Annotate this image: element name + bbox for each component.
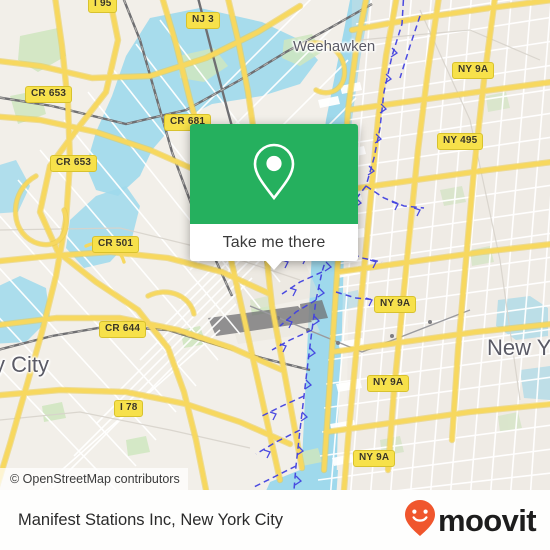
road-shield: NY 9A	[374, 296, 417, 313]
osm-attribution[interactable]: © OpenStreetMap contributors	[0, 468, 188, 490]
road-shield: NY 495	[437, 133, 484, 150]
road-shield: NY 9A	[452, 62, 495, 79]
take-me-there-button[interactable]: Take me there	[223, 234, 326, 252]
place-label-new-york: New Yor	[487, 335, 550, 360]
road-shield: CR 644	[99, 321, 147, 338]
footer-bar: Manifest Stations Inc, New York City moo…	[0, 490, 550, 550]
road-shield: NY 9A	[367, 375, 410, 392]
road-shield: NY 9A	[353, 450, 396, 467]
road-shield: CR 501	[92, 236, 140, 253]
location-popup-card[interactable]: Take me there	[190, 124, 358, 270]
road-shield: I 78	[114, 400, 144, 417]
moovit-wordmark: moovit	[437, 502, 537, 538]
road-shield: CR 653	[50, 155, 98, 172]
location-pin-icon	[251, 142, 297, 207]
map-screenshot: I 95 NJ 3 CR 653 CR 681 CR 653 CR 501 CR…	[0, 0, 550, 550]
road-shield: NJ 3	[186, 12, 220, 29]
place-label-weehawken: Weehawken	[293, 38, 376, 55]
moovit-smiley-pin-icon	[403, 498, 437, 543]
popup-image-area	[190, 124, 358, 224]
moovit-logo[interactable]: moovit	[403, 498, 537, 543]
popup-action-area[interactable]: Take me there	[190, 224, 358, 270]
road-shield: I 95	[88, 0, 118, 13]
place-label-jersey-city: y City	[0, 352, 49, 377]
place-title: Manifest Stations Inc, New York City	[18, 510, 284, 529]
road-shield: CR 653	[25, 86, 73, 103]
popup-pointer-tail	[265, 260, 283, 270]
